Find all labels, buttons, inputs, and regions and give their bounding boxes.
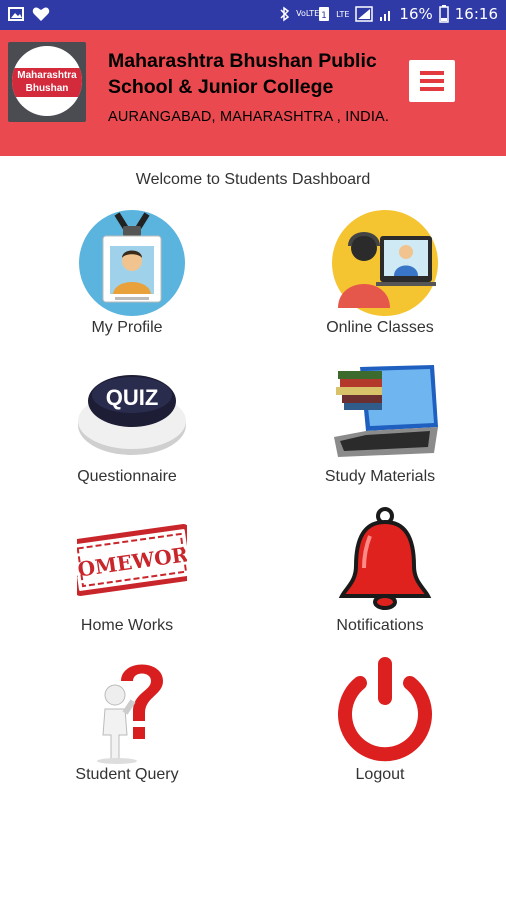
quiz-button-icon: QUIZ [78,375,186,455]
svg-text:QUIZ: QUIZ [106,385,159,410]
battery-icon [439,5,449,23]
laptop-books-icon [334,365,438,457]
bluetooth-icon [280,6,290,22]
tile-label: Questionnaire [77,468,177,485]
status-right: VoLTE 1 LTE 16% 16:16 [280,5,498,23]
hamburger-menu-button[interactable] [409,60,455,102]
bell-icon [338,507,432,610]
school-logo: Maharashtra Bhushan [8,42,86,122]
status-left-icons [8,6,50,22]
lte-indicator: LTE [336,9,350,19]
school-location: AURANGABAD, MAHARASHTRA , INDIA. [108,109,390,125]
logo-text-line1: Maharashtra [17,70,77,81]
question-mark-person-icon [97,664,163,764]
tile-label: Study Materials [324,468,436,485]
status-bar: VoLTE 1 LTE 16% 16:16 [0,0,506,30]
id-badge-icon [79,210,185,316]
heart-notification-icon [32,7,50,21]
signal-icon [355,6,374,22]
clock: 16:16 [454,5,498,23]
svg-text:1: 1 [321,11,327,21]
battery-percent: 16% [399,5,433,23]
logo-text-line2: Bhushan [25,83,69,94]
tile-label: Online Classes [326,319,434,336]
school-name: Maharashtra Bhushan Public School & Juni… [108,50,377,98]
tile-label: Home Works [80,617,174,634]
logo-circle: Maharashtra Bhushan [12,46,82,116]
signal-2-icon [380,11,391,21]
tile-label: Logout [355,766,405,783]
tile-label: Student Query [75,766,179,783]
volte-indicator: VoLTE [296,9,320,18]
power-icon [338,657,432,762]
logo-band: Maharashtra Bhushan [12,68,82,97]
tile-label: My Profile [91,319,163,336]
tile-label: Notifications [336,617,424,634]
homework-stamp-icon: HOMEWORK [77,524,187,596]
gallery-notification-icon [8,7,24,21]
video-call-icon [332,210,438,316]
sim-icon: 1 [319,7,330,21]
welcome-text: Welcome to Students Dashboard [135,171,371,188]
